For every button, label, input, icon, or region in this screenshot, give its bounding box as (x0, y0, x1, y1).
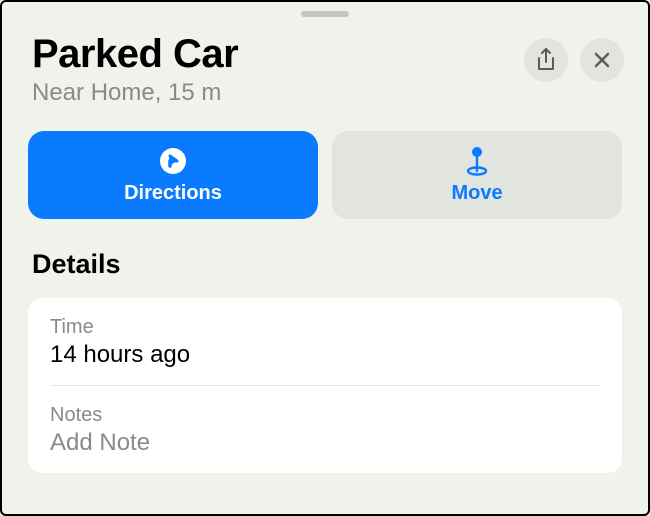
share-button[interactable] (524, 38, 568, 82)
close-icon (593, 51, 611, 69)
details-card: Time 14 hours ago Notes Add Note (28, 298, 622, 473)
move-label: Move (451, 182, 502, 205)
time-value: 14 hours ago (50, 341, 600, 369)
title-block: Parked Car Near Home, 15 m (32, 32, 524, 107)
sheet-grabber[interactable] (301, 11, 349, 17)
notes-label: Notes (50, 404, 600, 427)
share-icon (536, 48, 556, 72)
notes-placeholder: Add Note (50, 429, 600, 457)
move-button[interactable]: Move (332, 131, 622, 219)
notes-row[interactable]: Notes Add Note (50, 386, 600, 473)
header: Parked Car Near Home, 15 m (2, 2, 648, 107)
directions-button[interactable]: Directions (28, 131, 318, 219)
action-button-row: Directions Move (2, 107, 648, 219)
directions-label: Directions (124, 182, 222, 205)
time-label: Time (50, 316, 600, 339)
details-section-title: Details (2, 219, 648, 280)
time-row: Time 14 hours ago (50, 298, 600, 386)
move-pin-icon (462, 146, 492, 176)
page-title: Parked Car (32, 32, 524, 77)
close-button[interactable] (580, 38, 624, 82)
location-subtitle: Near Home, 15 m (32, 79, 524, 107)
header-actions (524, 38, 624, 82)
directions-icon (158, 146, 188, 176)
